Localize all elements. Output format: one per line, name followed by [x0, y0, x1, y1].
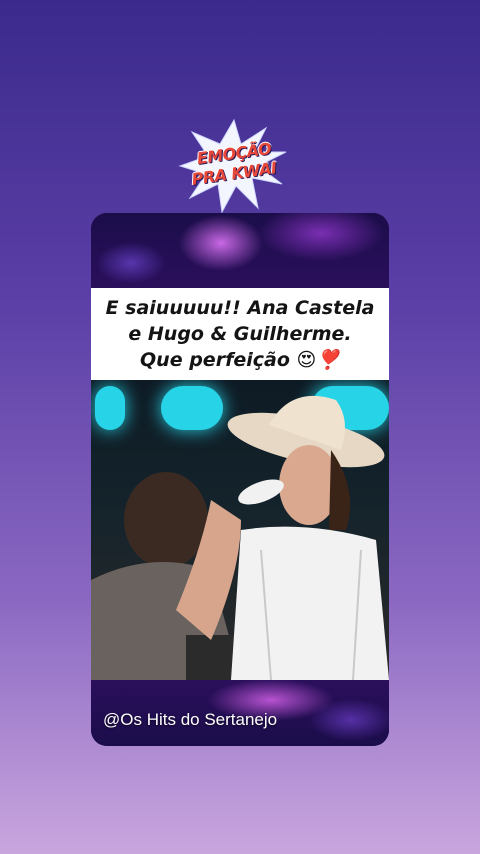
- channel-handle[interactable]: @Os Hits do Sertanejo: [103, 710, 277, 730]
- caption-box: E saiuuuuu!! Ana Castela e Hugo & Guilhe…: [91, 288, 389, 384]
- caption-line1: E saiuuuuu!! Ana Castela: [105, 297, 375, 319]
- caption-line3: Que perfeição 😍❣️: [140, 349, 340, 371]
- singer-illustration: [91, 395, 389, 680]
- galaxy-banner-bottom: @Os Hits do Sertanejo: [91, 680, 389, 746]
- galaxy-banner-top: [91, 213, 389, 288]
- caption-line2: e Hugo & Guilherme.: [128, 323, 352, 345]
- video-frame[interactable]: [91, 380, 389, 680]
- video-card[interactable]: E saiuuuuu!! Ana Castela e Hugo & Guilhe…: [91, 213, 389, 746]
- emocao-pra-kwai-badge: EMOÇÃO PRA KWAI: [178, 118, 290, 214]
